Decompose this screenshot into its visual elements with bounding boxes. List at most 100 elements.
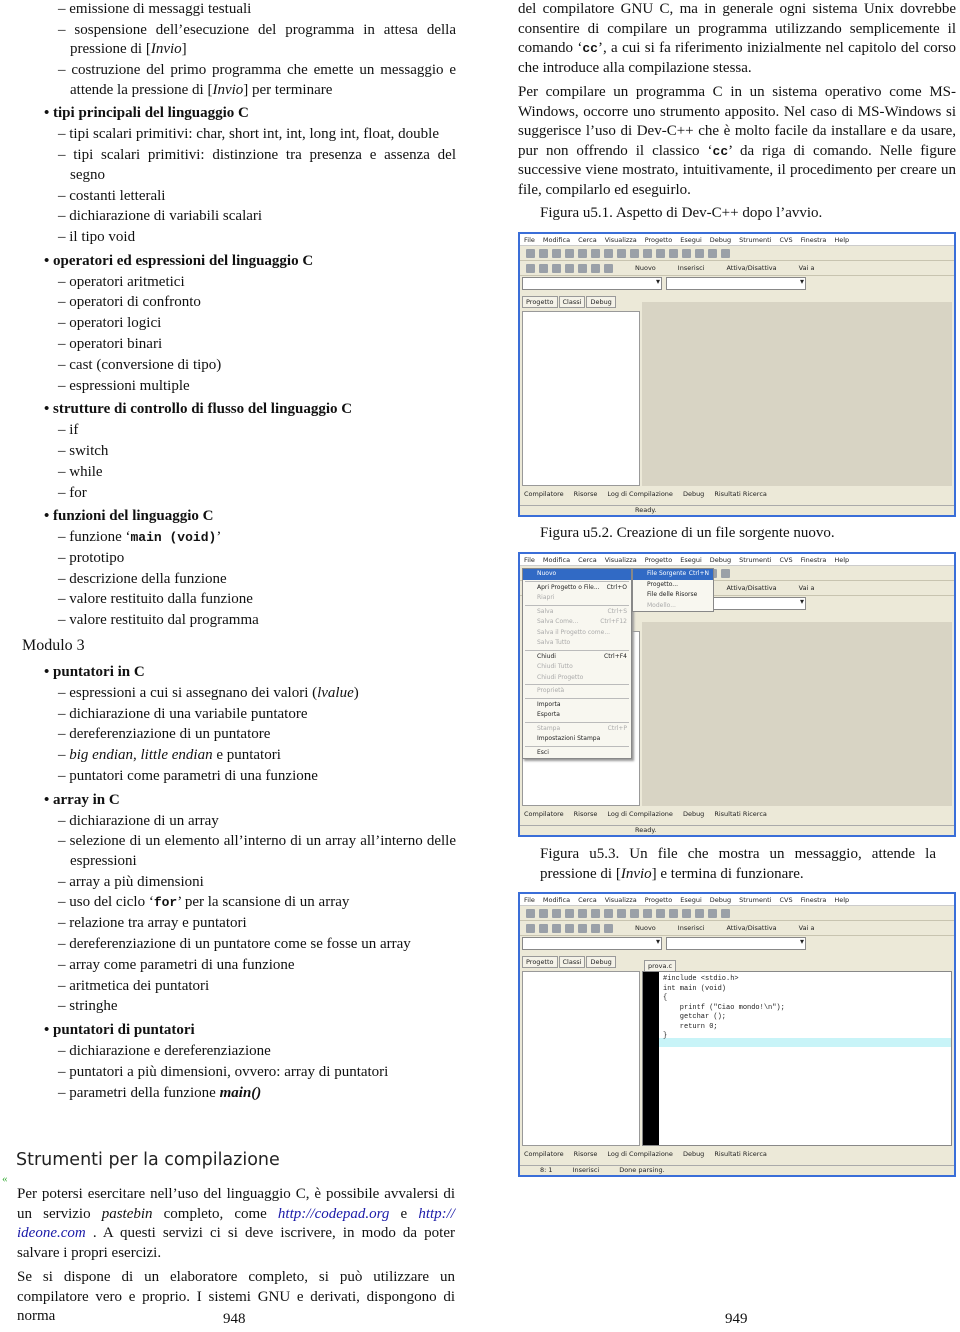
module-heading: Modulo 3	[22, 636, 85, 654]
menu-item: Progetto	[644, 896, 673, 904]
toolbar-icon	[604, 923, 613, 933]
topic-item: uso del ciclo ‘for’ per la scansione di …	[20, 893, 456, 913]
topic-item: costruzione del primo programma che emet…	[20, 61, 456, 100]
menu-item: Esegui	[680, 556, 702, 564]
toolbar-button: Inserisci	[677, 264, 705, 272]
menu-item[interactable]: Importa	[523, 700, 631, 711]
menu-bar: File Modifica Cerca Visualizza Progetto Esegu…	[520, 554, 954, 566]
menu-item[interactable]: Apri Progetto o File... Ctrl+O	[523, 583, 631, 594]
toolbar-icon	[695, 248, 704, 258]
main-area	[642, 622, 952, 806]
bottom-tab: Log di Compilazione	[607, 1150, 673, 1158]
file-menu: Nuovo Apri Progetto o File... Ctrl+O Riapri…	[522, 568, 632, 759]
bottom-tab: Debug	[682, 490, 705, 498]
menu-item-label: Chiudi Progetto	[537, 673, 584, 681]
bottom-tab: Risorse	[573, 490, 598, 498]
topic-item: valore restituito dalla funzione	[20, 590, 456, 610]
menu-item: File delle Risorse	[633, 590, 713, 601]
topic-item: il tipo void	[20, 228, 456, 248]
topic-item: funzione ‘main (void)’	[20, 528, 456, 548]
menu-item: Strumenti	[739, 556, 772, 564]
toolbar-icon	[669, 248, 678, 258]
topic-item: for	[20, 484, 456, 504]
menu-item: CVS	[779, 896, 793, 904]
menu-separator	[525, 649, 629, 651]
menu-item: File	[524, 556, 535, 564]
topic-item: dichiarazione di variabili scalari	[20, 207, 456, 227]
menu-item[interactable]: Chiudi Progetto	[523, 673, 631, 684]
toolbar-icon	[604, 263, 613, 273]
topic-item: puntatori come parametri di una funzione	[20, 767, 456, 787]
toolbar-icon	[539, 248, 548, 258]
figure-caption-3: Figura u5.3. Un file che mostra un messa…	[540, 846, 936, 882]
side-tabs: ProgettoClassiDebug	[520, 953, 954, 968]
toolbar	[520, 246, 954, 261]
bottom-tab: Log di Compilazione	[607, 490, 673, 498]
bottom-tab: Compilatore	[524, 490, 564, 498]
combo-box	[522, 937, 662, 950]
menu-item[interactable]: Impostazioni Stampa	[523, 734, 631, 745]
toolbar-icon	[552, 248, 561, 258]
combo-box	[666, 937, 806, 950]
menu-item: Cerca	[578, 896, 597, 904]
menu-item: Help	[834, 556, 850, 564]
menu-item: Debug	[709, 236, 732, 244]
toolbar-button: Inserisci	[677, 924, 705, 932]
menu-item[interactable]: Salva Come... Ctrl+F12	[523, 617, 631, 628]
bottom-tab: Risultati Ricerca	[714, 490, 767, 498]
menu-separator	[525, 604, 629, 606]
menu-item: Help	[834, 236, 850, 244]
toolbar-icon	[656, 908, 665, 918]
toolbar-icon	[617, 908, 626, 918]
menu-item: Modifica	[542, 236, 571, 244]
toolbar-icon	[721, 568, 730, 578]
menu-item-label: Salva Tutto	[537, 639, 571, 646]
menu-item[interactable]: Proprietà	[523, 686, 631, 697]
bottom-tab: Risorse	[573, 810, 598, 818]
menu-item: Strumenti	[739, 236, 772, 244]
tab: Progetto	[522, 956, 558, 968]
toolbar-icon	[721, 248, 730, 258]
menu-item: Progetto	[644, 236, 673, 244]
gutter	[643, 972, 659, 1145]
link[interactable]: http:// ideone.com	[17, 1206, 455, 1242]
menu-item-label: Chiudi	[537, 652, 556, 660]
menu-item[interactable]: Nuovo	[523, 569, 631, 580]
toolbar-icon	[643, 908, 652, 918]
menu-item[interactable]: Riapri	[523, 593, 631, 604]
combo-row	[520, 276, 954, 293]
link[interactable]: http://codepad.org	[278, 1206, 390, 1222]
topic-heading: puntatori in C	[20, 662, 456, 682]
toolbar-icon	[539, 923, 548, 933]
menu-item: Modifica	[542, 556, 571, 564]
toolbar-button: Vai a	[798, 924, 815, 932]
topic-item: operatori logici	[20, 314, 456, 334]
menu-item[interactable]: Salva il Progetto come...	[523, 628, 631, 639]
menu-item[interactable]: Salva Ctrl+S	[523, 607, 631, 618]
topic-item: valore restituito dal programma	[20, 611, 456, 631]
topic-item: big endian, little endian e puntatori	[20, 746, 456, 766]
menu-item[interactable]: Stampa Ctrl+P	[523, 724, 631, 735]
toolbar-button: Nuovo	[635, 924, 656, 932]
menu-item: Debug	[709, 896, 732, 904]
menu-item-label: Stampa	[537, 724, 561, 732]
menu-item[interactable]: Chiudi Tutto	[523, 662, 631, 673]
tab: Debug	[586, 296, 616, 308]
bottom-tabs: Compilatore Risorse Log di Compilazione Deb…	[524, 490, 767, 498]
toolbar-button: Attiva/Disattiva	[726, 264, 777, 272]
toolbar-icon	[565, 248, 574, 258]
menu-item: Cerca	[578, 556, 597, 564]
menu-item-label: Esci	[537, 748, 549, 756]
bottom-tabs: Compilatore Risorse Log di Compilazione Deb…	[524, 810, 767, 818]
menu-item[interactable]: Chiudi Ctrl+F4	[523, 652, 631, 663]
toolbar-icon	[682, 908, 691, 918]
toolbar-icon	[708, 248, 717, 258]
topic-item: operatori binari	[20, 335, 456, 355]
topic-item: dichiarazione di un array	[20, 812, 456, 832]
project-panel	[522, 311, 640, 486]
menu-item[interactable]: Esci	[523, 748, 631, 759]
menu-item[interactable]: Salva Tutto	[523, 638, 631, 649]
menu-item[interactable]: Esporta	[523, 710, 631, 721]
figure-caption-1: Figura u5.1. Aspetto di Dev-C++ dopo l’a…	[540, 205, 823, 221]
topic-item: costanti letterali	[20, 187, 456, 207]
